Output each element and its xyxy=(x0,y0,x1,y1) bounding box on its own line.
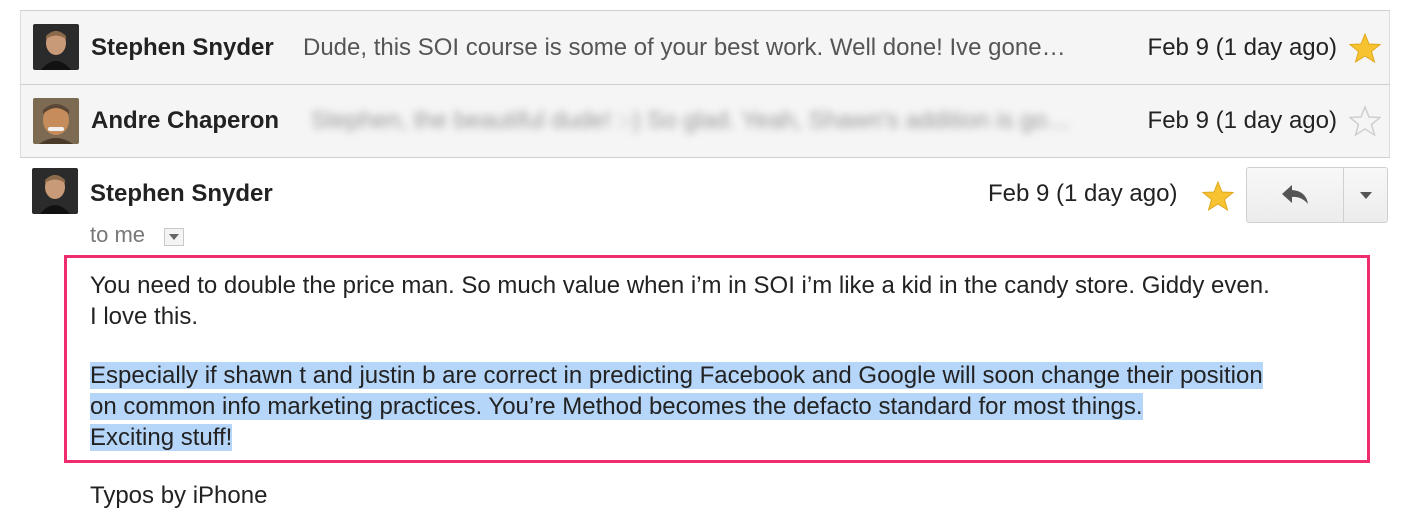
reply-button-group xyxy=(1246,167,1390,223)
message-snippet: Stephen, the beautiful dude! :-) So glad… xyxy=(311,107,1071,134)
andre-avatar xyxy=(33,98,79,144)
chevron-down-icon xyxy=(169,234,179,240)
body-line: You need to double the price man. So muc… xyxy=(90,272,1270,299)
recipient-label: to me xyxy=(90,222,146,247)
dropdown-arrow-icon xyxy=(1359,191,1372,199)
reply-button[interactable] xyxy=(1246,167,1344,223)
stephen-avatar xyxy=(33,24,79,70)
message-snippet: Dude, this SOI course is some of your be… xyxy=(303,33,1066,61)
message-sender: Stephen Snyder xyxy=(91,33,274,61)
message-date: Feb 9 (1 day ago) xyxy=(1147,107,1337,134)
selected-text: on common info marketing practices. You’… xyxy=(90,393,1143,420)
message-sender: Andre Chaperon xyxy=(91,107,280,134)
message-date: Feb 9 (1 day ago) xyxy=(988,180,1178,207)
star-filled-icon[interactable] xyxy=(1202,180,1234,212)
collapsed-message[interactable]: Stephen Snyder Dude, this SOI course is … xyxy=(20,10,1390,84)
message-signature: Typos by iPhone xyxy=(90,482,268,509)
selected-text: Especially if shawn t and justin b are c… xyxy=(90,362,1263,389)
message-body: You need to double the price man. So muc… xyxy=(90,270,1360,453)
body-line: I love this. xyxy=(90,303,199,330)
star-filled-icon[interactable] xyxy=(1349,32,1381,64)
open-message: Stephen Snyder Feb 9 (1 day ago) to me Y… xyxy=(20,158,1390,528)
email-thread: Stephen Snyder Dude, this SOI course is … xyxy=(20,10,1390,528)
message-date: Feb 9 (1 day ago) xyxy=(1147,33,1337,61)
selected-text: Exciting stuff! xyxy=(90,424,233,451)
recipient-details-toggle[interactable] xyxy=(164,228,184,246)
message-sender: Stephen Snyder xyxy=(90,180,273,207)
reply-arrow-icon xyxy=(1282,185,1308,204)
more-options-button[interactable] xyxy=(1344,167,1388,223)
stephen-avatar xyxy=(32,168,78,214)
collapsed-message[interactable]: Andre Chaperon Stephen, the beautiful du… xyxy=(20,84,1390,158)
star-outline-icon[interactable] xyxy=(1349,105,1381,137)
